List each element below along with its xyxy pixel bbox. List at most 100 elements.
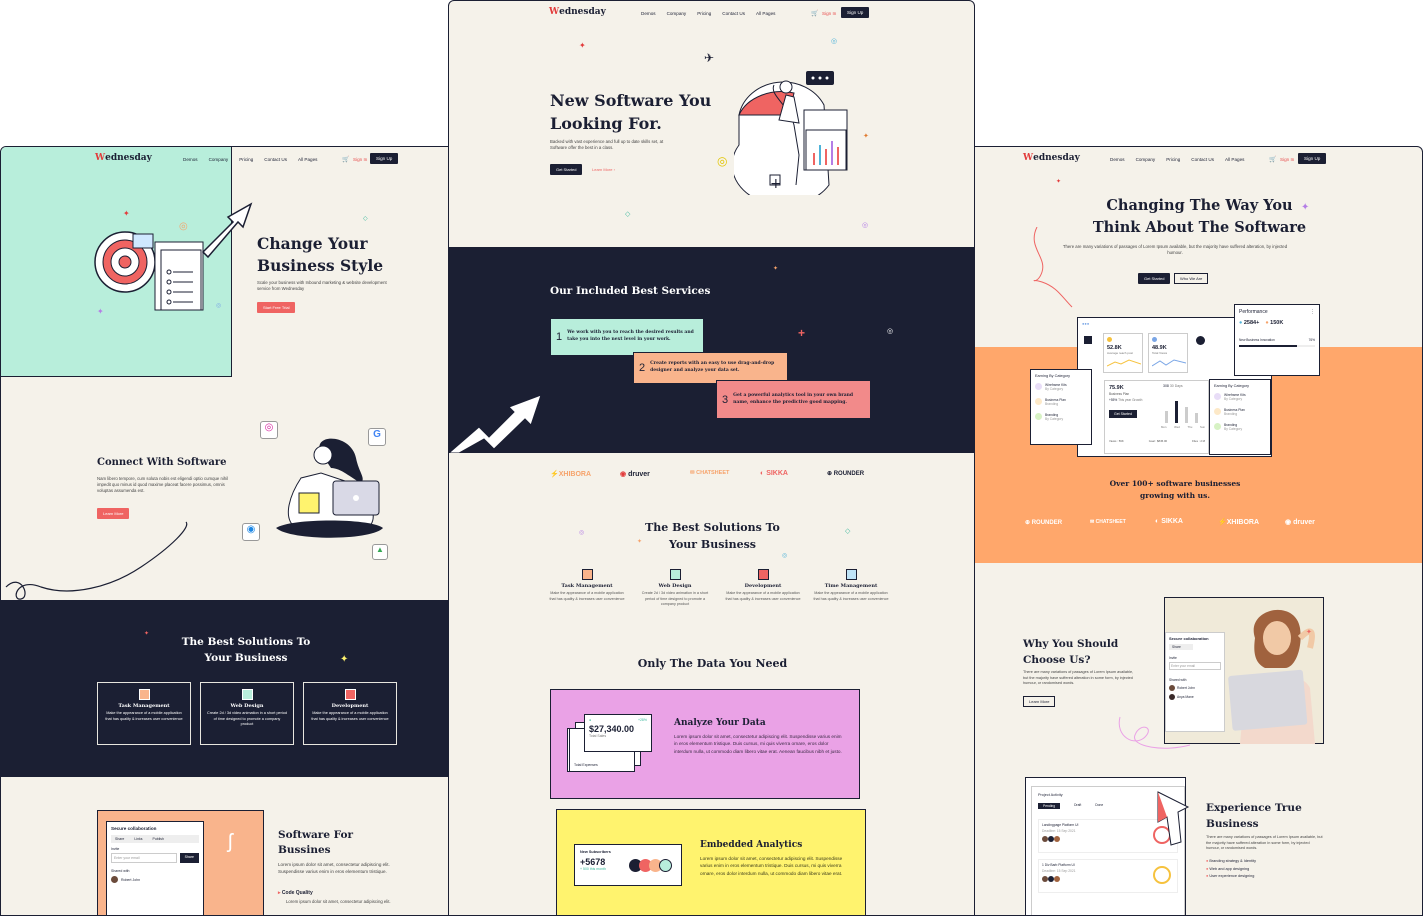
tab-pending[interactable]: Pending	[1038, 803, 1061, 809]
analyze-title: Analyze Your Data	[674, 718, 766, 728]
nav-link-all-pages[interactable]: All Pages	[1225, 157, 1244, 162]
solution-development[interactable]: Development Make the appearance of a mob…	[725, 569, 801, 608]
nav-link-company[interactable]: Company	[209, 157, 229, 162]
brand-sikka: ◐ SIKKA	[1155, 518, 1183, 525]
software-body: Lorem ipsum dolor sit amet, consectetur …	[278, 862, 390, 874]
mid-solutions-row: Task Management Make the appearance of a…	[549, 569, 889, 608]
code-quality-bullet: ▸ Code Quality	[278, 890, 313, 896]
code-quality-body: Lorem ipsum dolor sit amet, consectetur …	[286, 899, 391, 904]
sign-in-link[interactable]: Sign In	[1280, 157, 1294, 162]
who-we-are-button[interactable]: Who We Are	[1174, 273, 1209, 284]
nav-link-all-pages[interactable]: All Pages	[756, 11, 775, 16]
nav-link-contact[interactable]: Contact Us	[722, 11, 745, 16]
web-design-icon	[241, 689, 253, 700]
mock-tab[interactable]: Publish	[153, 837, 164, 841]
ring-icon: ◎	[831, 38, 838, 45]
learn-more-link[interactable]: Learn More ›	[592, 167, 615, 172]
sign-in-link[interactable]: Sign In	[822, 11, 836, 16]
sign-up-button[interactable]: Sign Up	[1298, 153, 1327, 164]
sales-label: Total Sales	[589, 734, 607, 738]
solution-task-management[interactable]: Task Management Make the appearance of a…	[549, 569, 625, 608]
solution-time-management[interactable]: Time Management Make the appearance of a…	[813, 569, 889, 608]
nav-link-pricing[interactable]: Pricing	[1166, 157, 1180, 162]
business-plan-card: 75.9K Business Plan +55% This year Growt…	[1104, 380, 1209, 454]
service-item-3[interactable]: 3 Get a powerful analytics tool in your …	[716, 380, 871, 419]
dashboard-get-started-button[interactable]: Get Started	[1109, 410, 1137, 418]
tab-draft[interactable]: Draft	[1074, 803, 1081, 809]
nav-link-pricing[interactable]: Pricing	[697, 11, 711, 16]
service-number: 1	[556, 331, 563, 343]
nav-link-contact[interactable]: Contact Us	[1191, 157, 1214, 162]
left-nav-links: Demos Company Pricing Contact Us All Pag…	[183, 157, 317, 162]
nav-link-demos[interactable]: Demos	[1110, 157, 1125, 162]
right-hero-subtitle: There are many variations of passages of…	[1062, 244, 1288, 256]
mock-title: Secure collaboration	[111, 826, 157, 831]
middle-nav-links: Demos Company Pricing Contact Us All Pag…	[641, 11, 775, 16]
messenger-icon: ◉	[242, 523, 260, 541]
growth-arrow-illustration	[449, 394, 542, 453]
subscriber-avatars	[629, 859, 672, 872]
project-row[interactable]: 1 Div Barb Platform UI Deadline: 15 Sep …	[1038, 859, 1178, 893]
nav-link-demos[interactable]: Demos	[183, 157, 198, 162]
sign-up-button[interactable]: Sign Up	[841, 7, 870, 18]
email-field[interactable]: Enter your email	[111, 853, 177, 863]
growing-title: Over 100+ software businesses growing wi…	[1109, 479, 1241, 500]
profile-icon	[1196, 336, 1205, 345]
get-started-button[interactable]: Get Started	[550, 164, 583, 175]
start-free-trial-button[interactable]: Start Free Trial	[257, 302, 296, 313]
logo[interactable]: Wednesday	[1023, 153, 1080, 163]
experience-bullets: ● Branding strategy & Identity ● Web and…	[1206, 859, 1257, 879]
solution-body: Make the appearance of a mobile applicat…	[549, 591, 625, 601]
cart-icon[interactable]: 🛒	[342, 156, 349, 163]
mock-tab[interactable]: Share	[115, 837, 124, 841]
nav-link-all-pages[interactable]: All Pages	[298, 157, 317, 162]
squiggle-line	[5, 521, 188, 600]
solution-body: Make the appearance of a mobile applicat…	[813, 591, 889, 601]
right-get-started-button[interactable]: Get Started	[1138, 273, 1171, 284]
person-laptop-illustration	[276, 438, 383, 538]
mock-tab[interactable]: Links	[134, 837, 142, 841]
google-icon: G	[368, 428, 386, 446]
nav-link-company[interactable]: Company	[667, 11, 687, 16]
card-title: Development	[331, 703, 369, 709]
nav-link-contact[interactable]: Contact Us	[264, 157, 287, 162]
nav-link-demos[interactable]: Demos	[641, 11, 656, 16]
nav-link-pricing[interactable]: Pricing	[239, 157, 253, 162]
solution-web-design[interactable]: Web Design Create 2d / 3d video animatio…	[637, 569, 713, 608]
solution-card-web-design[interactable]: Web Design Create 2d / 3d video animatio…	[200, 682, 294, 745]
window-dots: ●●●	[1082, 321, 1090, 326]
task-icon	[581, 569, 593, 580]
share-button[interactable]: Share	[179, 853, 199, 863]
sign-in-link[interactable]: Sign In	[353, 157, 367, 162]
tab-done[interactable]: Done	[1095, 803, 1103, 809]
sparkle-icon: ✦	[97, 307, 104, 316]
services-section: ✦ + ◎ Our Included Best Services 1 We wo…	[449, 247, 974, 453]
web-design-icon	[669, 569, 681, 580]
service-number: 3	[722, 393, 729, 406]
ring-icon: ◎	[887, 328, 894, 335]
cart-icon[interactable]: 🛒	[1269, 156, 1276, 163]
ring-icon: ◎	[179, 221, 188, 232]
analyze-data-card: Total Visitors Total Expenses ●+28% $27,…	[550, 689, 860, 799]
target-illustration	[94, 202, 253, 311]
why-learn-more-button[interactable]: Learn More	[1023, 696, 1056, 707]
time-icon	[845, 569, 857, 580]
solution-card-development[interactable]: Development Make the appearance of a mob…	[303, 682, 397, 745]
sparkle-icon: ✦	[1306, 629, 1312, 636]
innovation-progress	[1239, 345, 1297, 347]
logo[interactable]: Wednesday	[95, 153, 152, 163]
sign-up-button[interactable]: Sign Up	[370, 153, 399, 164]
solution-title: Task Management	[561, 583, 613, 589]
sparkle-icon: ✦	[579, 41, 586, 50]
performance-card: Performance ⋮ ● 2584+ ● 150K New Business…	[1234, 304, 1320, 376]
nav-link-company[interactable]: Company	[1136, 157, 1156, 162]
brand-rounder: ⊕ ROUNDER	[1025, 520, 1063, 526]
drive-icon: ▲	[372, 544, 388, 560]
service-item-1[interactable]: 1 We work with you to reach the desired …	[550, 318, 704, 356]
cart-icon[interactable]: 🛒	[811, 10, 818, 17]
kpi-card-reach: 52.8K Average reach post	[1103, 333, 1143, 373]
embedded-body: Lorem ipsum dolor sit amet, consectetur …	[700, 856, 843, 876]
logo[interactable]: Wednesday	[549, 7, 606, 17]
right-page-preview: Wednesday Demos Company Pricing Contact …	[974, 146, 1423, 916]
solution-card-task[interactable]: Task Management Make the appearance of a…	[97, 682, 191, 745]
